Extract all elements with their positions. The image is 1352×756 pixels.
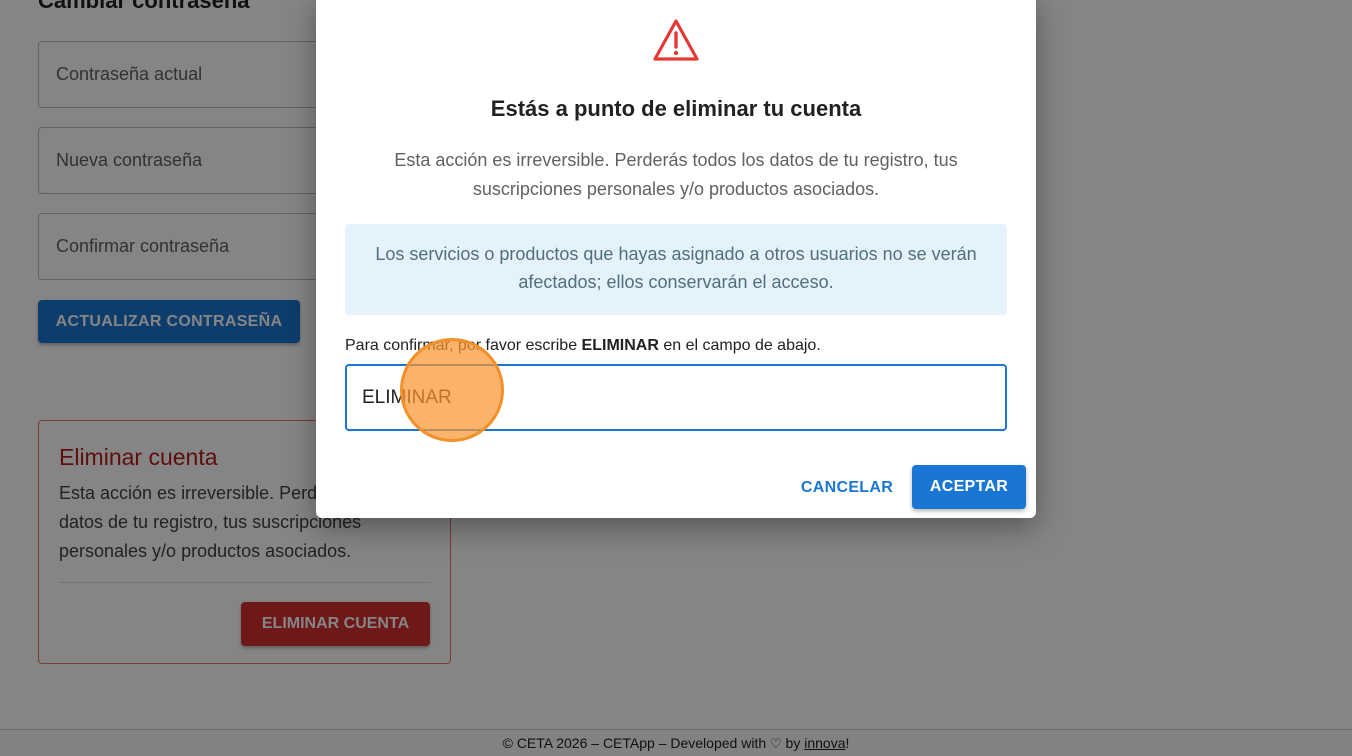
info-alert-text: Los servicios o productos que hayas asig… [375, 244, 977, 292]
dialog-description: Esta acción es irreversible. Perderás to… [394, 150, 958, 199]
warning-triangle-icon [653, 19, 699, 61]
cancel-button[interactable]: CANCELAR [794, 468, 900, 508]
confirm-suffix: en el campo de abajo. [663, 337, 821, 354]
confirm-keyword: ELIMINAR [581, 337, 659, 354]
dialog-title: Estás a punto de eliminar tu cuenta [490, 96, 862, 121]
delete-account-dialog: Estás a punto de eliminar tu cuenta Esta… [316, 0, 1036, 518]
click-indicator [400, 338, 504, 442]
info-alert: Los servicios o productos que hayas asig… [345, 224, 1007, 315]
accept-button[interactable]: ACEPTAR [912, 465, 1026, 509]
